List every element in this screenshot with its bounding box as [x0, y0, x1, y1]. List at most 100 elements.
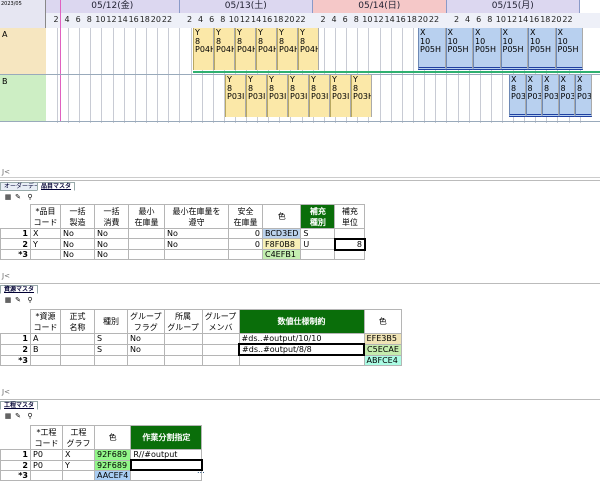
task-bar[interactable]: Y 8 P03I [225, 75, 246, 117]
task-bar[interactable]: Y 8 P04H [256, 28, 277, 70]
column-header[interactable]: 工程 グラフ [62, 425, 95, 450]
table-cell[interactable]: U [300, 238, 336, 250]
table-cell[interactable]: S [94, 343, 128, 356]
column-header[interactable]: 数値仕様制約 [238, 309, 365, 334]
task-bar[interactable]: Y 8 P04H [193, 28, 214, 70]
table-row[interactable]: 1 P0 X 92F689 R//#output [0, 449, 203, 461]
table-cell[interactable]: 8 [333, 237, 366, 251]
edit-icon[interactable]: ✎ [14, 296, 22, 304]
task-bar[interactable]: X 8 P03H [575, 75, 592, 117]
table-cell[interactable]: No [60, 238, 95, 250]
table-cell[interactable] [164, 249, 229, 260]
column-header[interactable]: 正式 名称 [60, 309, 95, 334]
task-bar[interactable]: X 10 P05H [500, 28, 528, 70]
task-bar[interactable]: Y 8 P04H [214, 28, 235, 70]
column-header[interactable]: 種別 [94, 309, 128, 334]
row-number[interactable]: 2 [0, 343, 31, 356]
task-bar[interactable]: Y 8 P03I [330, 75, 351, 117]
row-number[interactable]: *3 [0, 469, 31, 481]
column-header[interactable]: 補充 単位 [334, 204, 366, 229]
table-cell[interactable]: No [60, 249, 95, 260]
table-cell[interactable]: X [30, 228, 61, 239]
filter-icon[interactable]: ⚲ [26, 296, 34, 304]
tab-process-master[interactable]: 工程マスタ [0, 401, 39, 410]
table-cell[interactable]: No [127, 333, 165, 345]
column-header[interactable]: 色 [363, 309, 402, 334]
color-cell[interactable]: AACEF4 [93, 469, 132, 481]
table-cell[interactable]: Y [30, 238, 61, 250]
task-bar[interactable]: Y 8 P03I [246, 75, 267, 117]
table-cell[interactable]: S [300, 228, 336, 239]
color-cell[interactable]: 92F689 [93, 449, 132, 461]
table-cell[interactable]: No [94, 228, 129, 239]
grid-view-icon[interactable]: ▦ [4, 296, 12, 304]
table-cell[interactable] [60, 343, 95, 356]
ellipsis-button[interactable]: ... [197, 466, 205, 475]
row-number[interactable]: 2 [0, 459, 31, 471]
table-cell[interactable] [300, 249, 336, 260]
task-bar[interactable]: X 10 P05H [418, 28, 446, 70]
table-cell[interactable]: No [164, 238, 229, 250]
column-header[interactable]: 一括 製造 [60, 204, 95, 229]
table-cell[interactable] [128, 238, 165, 250]
table-cell[interactable] [228, 249, 263, 260]
tab-resource-master[interactable]: 資源マスタ [0, 285, 39, 294]
table-cell[interactable] [163, 333, 203, 345]
task-bar[interactable]: Y 8 P03I [288, 75, 309, 117]
task-bar[interactable]: X 8 P03I [542, 75, 559, 117]
table-cell[interactable]: 0 [228, 228, 263, 239]
column-header[interactable]: 色 [261, 204, 302, 229]
table-row[interactable]: 1 X No No No 0 BCD3ED S [0, 228, 366, 239]
table-cell[interactable] [127, 354, 165, 366]
column-header[interactable]: 一括 消費 [94, 204, 129, 229]
task-bar[interactable]: Y 8 P04H [235, 28, 256, 70]
table-row[interactable]: 2 B S No #ds..#output/8/8 C5ECAE [0, 343, 402, 356]
color-cell[interactable]: ABFCE4 [363, 354, 402, 366]
table-cell[interactable] [163, 354, 203, 366]
column-header[interactable]: 色 [93, 425, 132, 450]
row-number[interactable]: *3 [0, 249, 31, 260]
table-cell[interactable] [94, 354, 128, 366]
table-cell[interactable] [60, 354, 95, 366]
column-header[interactable]: 作業分割指定 [130, 425, 203, 450]
color-cell[interactable]: F8F0B8 [261, 238, 302, 250]
table-cell[interactable] [30, 354, 61, 366]
column-header[interactable]: グループ フラグ [127, 309, 165, 334]
row-number[interactable]: *3 [0, 354, 31, 366]
table-cell[interactable]: Y [62, 459, 95, 471]
task-bar[interactable]: Y 8 P03I [309, 75, 330, 117]
splitter-marker[interactable]: J< [2, 388, 10, 396]
color-cell[interactable]: C4EFB1 [261, 249, 302, 260]
table-cell[interactable] [201, 333, 240, 345]
table-cell[interactable]: R//#output [130, 449, 203, 461]
color-cell[interactable]: BCD3ED [261, 228, 302, 239]
color-cell[interactable]: C5ECAE [363, 343, 402, 356]
table-cell[interactable] [130, 469, 203, 481]
table-cell[interactable]: 0 [228, 238, 263, 250]
task-bar[interactable]: Y 8 P04H [298, 28, 319, 70]
column-header[interactable]: *工程 コード [30, 425, 63, 450]
column-header[interactable]: 最小在庫量を 遵守 [164, 204, 229, 229]
table-cell[interactable] [30, 469, 63, 481]
task-bar[interactable]: Y 8 P03I [267, 75, 288, 117]
table-cell[interactable] [163, 343, 203, 356]
task-bar[interactable]: X 10 P05H [555, 28, 583, 70]
table-cell[interactable] [129, 459, 203, 471]
tab-item-master[interactable]: 品目マスタ [37, 182, 76, 191]
splitter-marker[interactable]: J< [2, 272, 10, 280]
color-cell[interactable]: 92F689 [93, 459, 132, 471]
task-bar[interactable]: Y 8 P04H [277, 28, 298, 70]
row-number[interactable]: 2 [0, 238, 31, 250]
task-bar[interactable]: Y 8 P03H [351, 75, 372, 117]
table-cell[interactable]: X [62, 449, 95, 461]
task-bar[interactable]: X 10 P05H [445, 28, 473, 70]
row-number[interactable]: 1 [0, 228, 31, 239]
table-cell[interactable]: No [127, 343, 165, 356]
table-row[interactable]: 2 Y No No No 0 F8F0B8 U 8 [0, 237, 366, 251]
grid-view-icon[interactable]: ▦ [4, 193, 12, 201]
table-row[interactable]: 1 A S No #ds..#output/10/10 EFE3B5 [0, 333, 402, 345]
grid-view-icon[interactable]: ▦ [4, 412, 12, 420]
table-row[interactable]: *3 AACEF4 [0, 469, 203, 481]
edit-icon[interactable]: ✎ [14, 193, 22, 201]
color-cell[interactable]: EFE3B5 [363, 333, 402, 345]
